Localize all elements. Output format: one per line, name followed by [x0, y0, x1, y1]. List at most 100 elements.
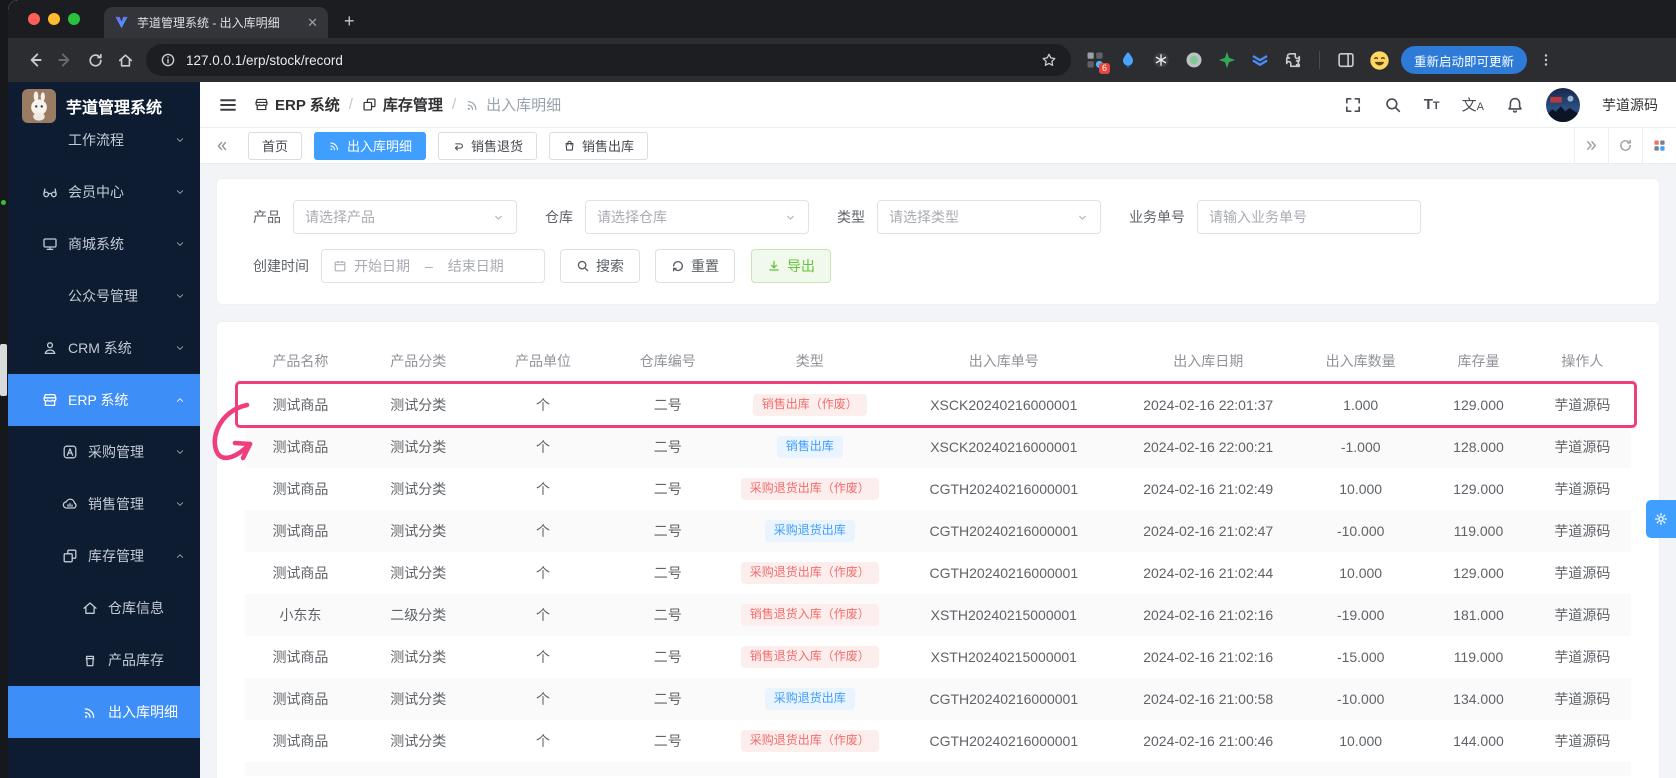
zoom-window-button[interactable] [68, 13, 80, 25]
table-cell: 2024-02-16 22:01:37 [1118, 384, 1298, 426]
table-cell: 芋道源码 [1534, 426, 1631, 468]
extension-icon-drop[interactable] [1118, 50, 1138, 70]
table-cell: 2024-02-16 21:00:58 [1118, 678, 1298, 720]
table-cell: 个 [481, 468, 606, 510]
table-row[interactable]: 测试商品测试分类个二号销售出库XSCK202402160000012024-02… [245, 426, 1631, 468]
product-select[interactable]: 请选择产品 [293, 200, 517, 234]
table-cell: 芋道源码 [1534, 468, 1631, 510]
extension-icon-star[interactable] [1217, 50, 1237, 70]
extension-icon-wheel[interactable] [1151, 50, 1171, 70]
tab-close-icon[interactable]: ✕ [307, 16, 318, 29]
bookmark-star-icon[interactable] [1041, 52, 1057, 68]
table-cell: 129.000 [1423, 468, 1534, 510]
page-tab-销售退货[interactable]: 销售退货 [438, 132, 537, 160]
table-cell: 二号 [605, 636, 730, 678]
notification-bell-icon[interactable] [1506, 96, 1524, 114]
browser-menu-kebab-icon[interactable] [1531, 45, 1561, 75]
app-logo-row[interactable]: 芋道管理系统 [8, 82, 200, 130]
table-cell: 二号 [605, 552, 730, 594]
page-tab-首页[interactable]: 首页 [248, 132, 302, 160]
breadcrumb-separator: / [452, 96, 456, 113]
export-button-label: 导出 [787, 256, 815, 276]
minimize-window-button[interactable] [48, 13, 60, 25]
address-bar[interactable]: 127.0.0.1/erp/stock/record [146, 44, 1071, 76]
relaunch-update-button[interactable]: 重新启动即可更新 [1401, 46, 1527, 74]
bizno-input[interactable] [1209, 209, 1409, 225]
breadcrumb-label: 库存管理 [383, 94, 443, 115]
sidebar-item-crm[interactable]: CRM 系统 [8, 322, 200, 374]
sidebar-item-warehouse[interactable]: 仓库信息 [8, 582, 200, 634]
side-panel-icon[interactable] [1336, 50, 1356, 70]
table-row[interactable]: 测试商品测试分类个二号采购退货出库（作废）CGTH202402160000012… [245, 720, 1631, 762]
new-tab-button[interactable]: + [344, 11, 355, 32]
table-row[interactable]: 测试商品测试分类个二号销售出库（作废）XSCK20240216000001202… [245, 384, 1631, 426]
layout-grid-icon[interactable] [1642, 128, 1676, 163]
close-window-button[interactable] [28, 13, 40, 25]
extension-badge: 6 [1099, 63, 1110, 74]
table-row[interactable]: 测试商品测试分类个二号采购退货出库CGTH202402160000012024-… [245, 510, 1631, 552]
sidebar-item-member[interactable]: 会员中心 [8, 166, 200, 218]
breadcrumb-item[interactable]: 库存管理 [362, 94, 443, 115]
sidebar-item-erp[interactable]: ERP 系统 [8, 374, 200, 426]
breadcrumb-item[interactable]: 出入库明细 [465, 94, 561, 115]
sidebar-item-label: 销售管理 [88, 494, 144, 514]
breadcrumb-item[interactable]: ERP 系统 [254, 94, 340, 115]
icon-spacer [42, 132, 58, 148]
cup-icon [82, 652, 98, 668]
table-row[interactable]: 小东东二级分类个二号销售退货入库（作废）XSTH2024021500000120… [245, 594, 1631, 636]
table-row[interactable]: 测试商品测试分类个二号采购退货出库（作废）CGTH202402160000012… [245, 468, 1631, 510]
table-cell: 测试分类 [356, 552, 481, 594]
table-row[interactable]: 测试商品测试分类个二号采购退货出库（作废）CGTH202402160000012… [245, 552, 1631, 594]
back-icon[interactable] [20, 45, 50, 75]
refresh-page-icon[interactable] [1608, 128, 1642, 163]
product-select-placeholder: 请选择产品 [305, 207, 485, 227]
sidebar-item-label: 会员中心 [68, 182, 124, 202]
settings-button[interactable] [1646, 500, 1676, 538]
extensions-puzzle-icon[interactable] [1283, 50, 1303, 70]
table-row[interactable]: 测试商品测试分类个二号销售退货入库（作废）XSTH202402150000012… [245, 636, 1631, 678]
reset-button[interactable]: 重置 [655, 249, 735, 283]
type-select[interactable]: 请选择类型 [877, 200, 1101, 234]
warehouse-select[interactable]: 请选择仓库 [585, 200, 809, 234]
sidebar-item-stock[interactable]: 库存管理 [8, 530, 200, 582]
forward-icon[interactable] [50, 45, 80, 75]
filter-panel: 产品 请选择产品 仓库 请选择仓库 类型 请选择类型 [216, 178, 1660, 305]
sidebar-item-product-stock[interactable]: 产品库存 [8, 634, 200, 686]
locale-icon[interactable]: 文A [1462, 94, 1484, 115]
browser-tab[interactable]: 芋道管理系统 - 出入库明细 ✕ [104, 7, 328, 38]
page-tab-销售出库[interactable]: 销售出库 [549, 132, 648, 160]
bizno-filter-label: 业务单号 [1129, 207, 1185, 227]
date-range-picker[interactable]: 开始日期 – 结束日期 [321, 249, 545, 283]
tabs-scroll-right-icon[interactable] [1574, 128, 1608, 163]
fullscreen-icon[interactable] [1344, 96, 1362, 114]
sidebar-item-stock-record[interactable]: 出入库明细 [8, 686, 200, 738]
breadcrumb: ERP 系统/库存管理/出入库明细 [254, 94, 561, 115]
store-icon [42, 392, 58, 408]
sidebar-item-mall[interactable]: 商城系统 [8, 218, 200, 270]
font-size-icon[interactable]: TT [1424, 96, 1440, 113]
home-icon[interactable] [110, 45, 140, 75]
extension-icon-tabs[interactable]: 6 [1085, 50, 1105, 70]
search-button[interactable]: 搜索 [560, 249, 640, 283]
filter-row-1: 产品 请选择产品 仓库 请选择仓库 类型 请选择类型 [241, 200, 1635, 234]
sidebar-item-label: 库存管理 [88, 546, 144, 566]
export-button[interactable]: 导出 [751, 249, 831, 283]
tabs-scroll-left-icon[interactable] [208, 139, 236, 153]
extension-icon-record[interactable] [1184, 50, 1204, 70]
username[interactable]: 芋道源码 [1602, 95, 1658, 115]
table-row[interactable]: 测试商品测试分类个二号采购退货出库CGTH202402160000012024-… [245, 678, 1631, 720]
user-avatar[interactable] [1546, 88, 1580, 122]
page-tab-出入库明细[interactable]: 出入库明细 [314, 132, 426, 160]
collapse-menu-icon[interactable] [218, 95, 238, 115]
sidebar-item-sale[interactable]: 销售管理 [8, 478, 200, 530]
column-header: 产品分类 [356, 338, 481, 384]
glasses-icon [42, 184, 58, 200]
site-info-icon[interactable] [160, 52, 176, 68]
reload-icon[interactable] [80, 45, 110, 75]
sidebar-item-mp[interactable]: 公众号管理 [8, 270, 200, 322]
search-icon[interactable] [1384, 96, 1402, 114]
page-content: 产品 请选择产品 仓库 请选择仓库 类型 请选择类型 [200, 164, 1676, 778]
sidebar-item-purchase[interactable]: 采购管理 [8, 426, 200, 478]
extension-icon-chevrons[interactable] [1250, 50, 1270, 70]
profile-avatar[interactable] [1369, 50, 1389, 70]
